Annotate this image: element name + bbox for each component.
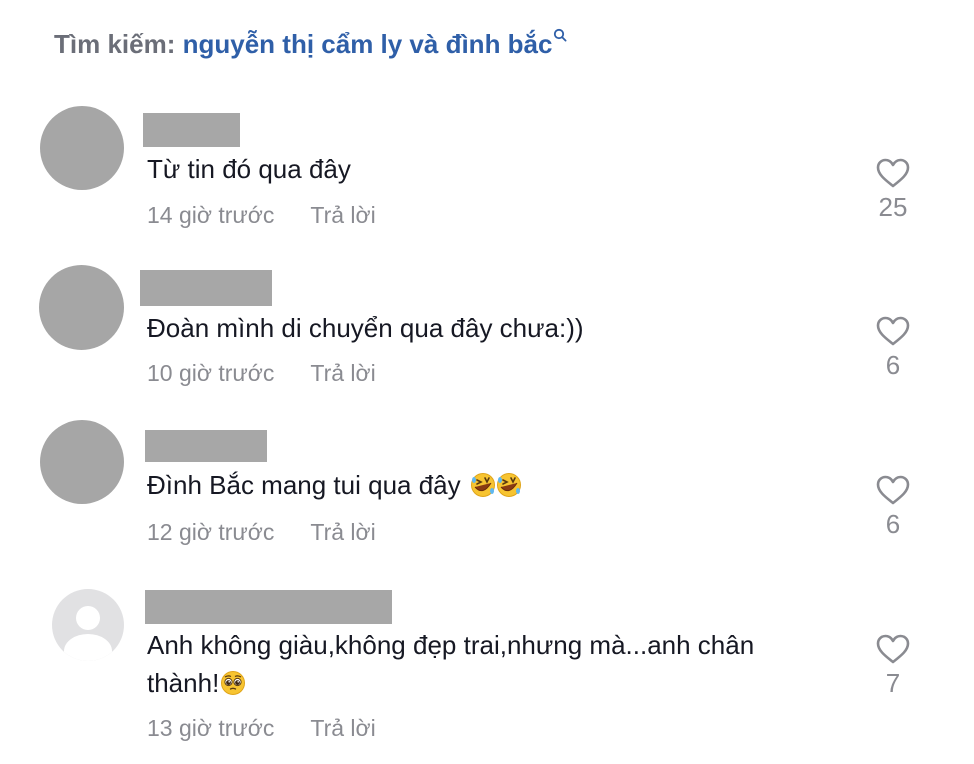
comment-text-body: Đình Bắc mang tui qua đây bbox=[147, 470, 461, 500]
search-label: Tìm kiếm: bbox=[54, 29, 176, 59]
reply-button[interactable]: Trả lời bbox=[310, 202, 375, 228]
redacted-username[interactable] bbox=[140, 270, 272, 306]
comment-text: Từ tin đó qua đây bbox=[147, 154, 351, 184]
reply-button[interactable]: Trả lời bbox=[310, 519, 375, 545]
like-control[interactable]: 25 bbox=[862, 158, 924, 222]
comment-text: Đình Bắc mang tui qua đây bbox=[147, 466, 857, 504]
comment-meta: 14 giờ trước Trả lời bbox=[147, 200, 376, 230]
like-count: 7 bbox=[885, 668, 901, 698]
avatar[interactable] bbox=[40, 420, 124, 504]
reply-button[interactable]: Trả lời bbox=[310, 360, 375, 386]
comment-time: 13 giờ trước bbox=[147, 715, 275, 741]
search-icon[interactable] bbox=[553, 28, 567, 42]
rofl-emoji bbox=[496, 470, 522, 497]
pleading-face-emoji bbox=[220, 668, 246, 695]
search-query-link[interactable]: nguyễn thị cẩm ly và đình bắc bbox=[183, 29, 553, 59]
like-control[interactable]: 7 bbox=[862, 634, 924, 698]
redacted-username[interactable] bbox=[145, 430, 267, 462]
search-header: Tìm kiếm: nguyễn thị cẩm ly và đình bắc bbox=[54, 26, 567, 62]
like-count: 6 bbox=[885, 350, 901, 380]
heart-icon[interactable] bbox=[876, 475, 910, 505]
comment-text-line-1: Anh không giàu,không đẹp trai,nhưng mà..… bbox=[147, 630, 755, 660]
comment-text: Anh không giàu,không đẹp trai,nhưng mà..… bbox=[147, 626, 857, 702]
reply-button[interactable]: Trả lời bbox=[310, 715, 375, 741]
like-control[interactable]: 6 bbox=[862, 316, 924, 380]
comment-meta: 13 giờ trước Trả lời bbox=[147, 713, 376, 743]
rofl-emoji bbox=[470, 470, 496, 497]
like-control[interactable]: 6 bbox=[862, 475, 924, 539]
heart-icon[interactable] bbox=[876, 158, 910, 188]
comment-time: 12 giờ trước bbox=[147, 519, 275, 545]
comment-time: 10 giờ trước bbox=[147, 360, 275, 386]
comment-meta: 10 giờ trước Trả lời bbox=[147, 358, 376, 388]
comment-time: 14 giờ trước bbox=[147, 202, 275, 228]
comment-text-line-2: thành! bbox=[147, 668, 220, 698]
avatar[interactable] bbox=[40, 106, 124, 190]
heart-icon[interactable] bbox=[876, 316, 910, 346]
comment-meta: 12 giờ trước Trả lời bbox=[147, 517, 376, 547]
redacted-username[interactable] bbox=[143, 113, 240, 147]
comment-text: Đoàn mình di chuyển qua đây chưa:)) bbox=[147, 313, 584, 343]
like-count: 6 bbox=[885, 509, 901, 539]
avatar[interactable] bbox=[39, 265, 124, 350]
redacted-username[interactable] bbox=[145, 590, 392, 624]
like-count: 25 bbox=[878, 192, 908, 222]
heart-icon[interactable] bbox=[876, 634, 910, 664]
default-user-avatar-icon[interactable] bbox=[52, 589, 124, 661]
